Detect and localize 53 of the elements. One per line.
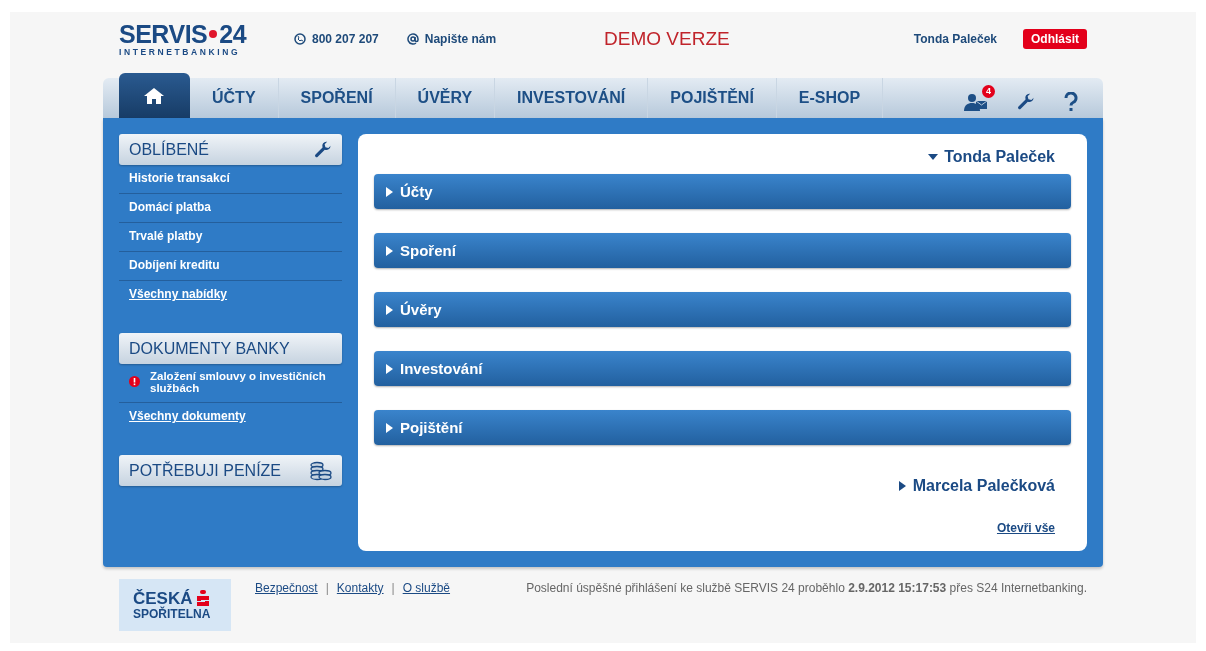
client-toggle[interactable]: Tonda Paleček	[928, 148, 1071, 167]
demo-label: DEMO VERZE	[604, 28, 730, 50]
help-icon	[1064, 91, 1078, 112]
logo-dot-icon	[209, 30, 218, 39]
sidebar-link[interactable]: Všechny dokumenty	[119, 403, 342, 430]
bank-name: SPOŘITELNA	[133, 606, 212, 621]
favorite-item[interactable]: Trvalé platby	[129, 229, 203, 244]
accordion-section[interactable]: Investování	[374, 351, 1071, 387]
favorite-item[interactable]: Historie transakcí	[129, 171, 230, 186]
logo-number: 24	[219, 21, 247, 47]
sidebar-title: POTŘEBUJI PENÍZE	[129, 461, 282, 480]
logout-button[interactable]: Odhlásit	[1023, 29, 1087, 50]
caret-right-icon	[384, 245, 394, 256]
client-toggle[interactable]: Marcela Palečková	[896, 477, 1071, 496]
sidebar-title: DOKUMENTY BANKY	[129, 339, 290, 358]
user-name: Tonda Paleček	[913, 32, 997, 47]
wrench-icon	[314, 140, 332, 159]
favorite-item[interactable]: Domácí platba	[129, 200, 212, 215]
accordion-section[interactable]: Pojištění	[374, 410, 1071, 446]
last-login-text: Poslední úspěšné přihlášení ke službě SERVIS 24 proběhlo 2.9.2012 15:17:53 přes S24 Internetbanking.	[526, 581, 1087, 595]
open-all-link[interactable]: Otevři vše	[996, 521, 1055, 535]
footer-link[interactable]: Bezpečnost	[255, 581, 318, 595]
coins-icon	[310, 460, 332, 481]
at-sign-icon	[406, 33, 419, 46]
accordion-section[interactable]: Úvěry	[374, 292, 1071, 328]
sidebar-title: OBLÍBENÉ	[129, 140, 210, 159]
person-envelope-icon	[964, 91, 988, 112]
home-tab[interactable]	[119, 73, 190, 119]
home-icon	[143, 86, 165, 105]
caret-right-icon	[896, 481, 907, 492]
caret-right-icon	[384, 304, 394, 315]
document-item[interactable]: Založení smlouvy o investičních službách	[150, 370, 338, 395]
accordion-section[interactable]: Spoření	[374, 233, 1071, 269]
caret-right-icon	[384, 186, 394, 197]
messages-button[interactable]: 4	[964, 84, 995, 112]
bank-emblem-icon	[195, 590, 210, 606]
bank-name: ČESKÁ	[133, 589, 193, 607]
favorite-item[interactable]: Dobíjení kreditu	[129, 258, 220, 273]
logo-subtitle: INTERNETBANKING	[119, 46, 242, 57]
notification-badge: 4	[982, 84, 995, 98]
contact-link[interactable]: Napište nám	[424, 32, 497, 47]
footer-link[interactable]: O službě	[402, 581, 451, 595]
wrench-icon	[1017, 92, 1035, 111]
alert-icon	[129, 376, 140, 388]
sidebar-link[interactable]: Všechny nabídky	[119, 281, 342, 308]
caret-right-icon	[384, 422, 394, 433]
caret-right-icon	[384, 363, 394, 374]
phone-number: 800 207 207	[312, 32, 379, 47]
logo-name: SERVIS	[119, 21, 208, 47]
accordion-section[interactable]: Účty	[374, 174, 1071, 210]
separator: |	[325, 581, 329, 595]
footer-link[interactable]: Kontakty	[336, 581, 384, 595]
separator: |	[391, 581, 395, 595]
